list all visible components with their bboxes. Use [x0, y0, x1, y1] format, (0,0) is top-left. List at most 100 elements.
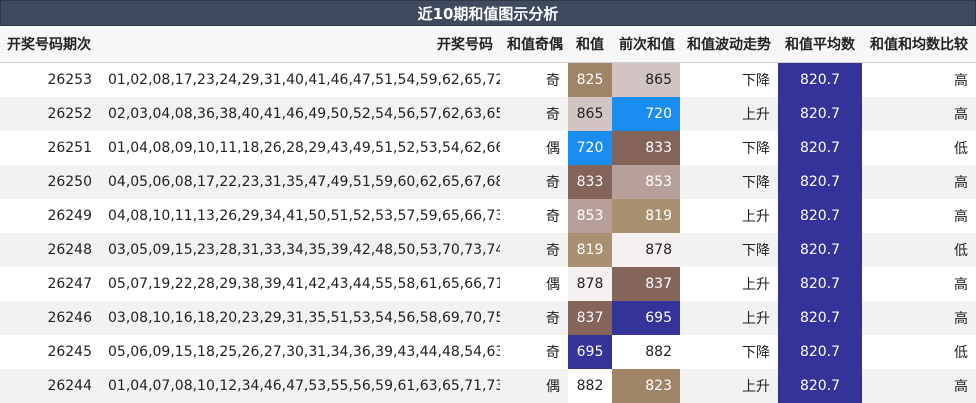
period-cell: 26245 [0, 335, 100, 369]
compare-cell: 高 [862, 267, 976, 301]
table-row: 26251 01,04,08,09,10,11,18,26,28,29,43,49… [0, 131, 976, 165]
sum-cell: 837 [568, 301, 612, 335]
numbers-cell: 01,04,08,09,10,11,18,26,28,29,43,49,51,5… [100, 131, 500, 165]
average-cell: 820.7 [778, 199, 862, 233]
sum-cell: 865 [568, 97, 612, 131]
numbers-cell: 01,02,08,17,23,24,29,31,40,41,46,47,51,5… [100, 62, 500, 97]
parity-cell: 奇 [500, 233, 568, 267]
period-cell: 26253 [0, 62, 100, 97]
prev-sum-cell: 695 [612, 301, 680, 335]
numbers-cell: 03,08,10,16,18,20,23,29,31,35,51,53,54,5… [100, 301, 500, 335]
trend-cell: 上升 [680, 199, 778, 233]
sum-cell: 833 [568, 165, 612, 199]
average-cell: 820.7 [778, 233, 862, 267]
compare-cell: 高 [862, 97, 976, 131]
trend-cell: 上升 [680, 97, 778, 131]
trend-cell: 上升 [680, 369, 778, 403]
table-row: 26249 04,08,10,11,13,26,29,34,41,50,51,52… [0, 199, 976, 233]
sum-cell: 882 [568, 369, 612, 403]
period-cell: 26246 [0, 301, 100, 335]
header-period: 开奖号码期次 [0, 26, 100, 63]
parity-cell: 偶 [500, 369, 568, 403]
compare-cell: 高 [862, 62, 976, 97]
trend-cell: 下降 [680, 233, 778, 267]
numbers-cell: 03,05,09,15,23,28,31,33,34,35,39,42,48,5… [100, 233, 500, 267]
trend-cell: 下降 [680, 131, 778, 165]
prev-sum-cell: 878 [612, 233, 680, 267]
header-parity: 和值奇偶 [500, 26, 568, 63]
compare-cell: 高 [862, 199, 976, 233]
sum-cell: 695 [568, 335, 612, 369]
compare-cell: 高 [862, 301, 976, 335]
period-cell: 26249 [0, 199, 100, 233]
table-row: 26245 05,06,09,15,18,25,26,27,30,31,34,36… [0, 335, 976, 369]
average-cell: 820.7 [778, 267, 862, 301]
average-cell: 820.7 [778, 165, 862, 199]
parity-cell: 奇 [500, 199, 568, 233]
numbers-cell: 05,07,19,22,28,29,38,39,41,42,43,44,55,5… [100, 267, 500, 301]
average-cell: 820.7 [778, 301, 862, 335]
parity-cell: 奇 [500, 97, 568, 131]
table-row: 26246 03,08,10,16,18,20,23,29,31,35,51,53… [0, 301, 976, 335]
header-trend: 和值波动走势 [680, 26, 778, 63]
period-cell: 26250 [0, 165, 100, 199]
header-prev-sum: 前次和值 [612, 26, 680, 63]
table-row: 26250 04,05,06,08,17,22,23,31,35,47,49,51… [0, 165, 976, 199]
sum-cell: 878 [568, 267, 612, 301]
sum-cell: 720 [568, 131, 612, 165]
parity-cell: 奇 [500, 301, 568, 335]
period-cell: 26248 [0, 233, 100, 267]
numbers-cell: 04,08,10,11,13,26,29,34,41,50,51,52,53,5… [100, 199, 500, 233]
table-row: 26253 01,02,08,17,23,24,29,31,40,41,46,47… [0, 62, 976, 97]
parity-cell: 偶 [500, 131, 568, 165]
trend-cell: 下降 [680, 335, 778, 369]
prev-sum-cell: 837 [612, 267, 680, 301]
prev-sum-cell: 833 [612, 131, 680, 165]
prev-sum-cell: 823 [612, 369, 680, 403]
table-row: 26247 05,07,19,22,28,29,38,39,41,42,43,44… [0, 267, 976, 301]
trend-cell: 上升 [680, 267, 778, 301]
prev-sum-cell: 720 [612, 97, 680, 131]
header-row: 开奖号码期次 开奖号码 和值奇偶 和值 前次和值 和值波动走势 和值平均数 和值… [0, 26, 976, 63]
numbers-cell: 05,06,09,15,18,25,26,27,30,31,34,36,39,4… [100, 335, 500, 369]
period-cell: 26247 [0, 267, 100, 301]
prev-sum-cell: 882 [612, 335, 680, 369]
prev-sum-cell: 865 [612, 62, 680, 97]
header-sum: 和值 [568, 26, 612, 63]
parity-cell: 奇 [500, 165, 568, 199]
table-title: 近10期和值图示分析 [0, 0, 976, 26]
average-cell: 820.7 [778, 131, 862, 165]
period-cell: 26251 [0, 131, 100, 165]
sum-cell: 825 [568, 62, 612, 97]
average-cell: 820.7 [778, 335, 862, 369]
compare-cell: 低 [862, 233, 976, 267]
period-cell: 26244 [0, 369, 100, 403]
parity-cell: 奇 [500, 335, 568, 369]
numbers-cell: 02,03,04,08,36,38,40,41,46,49,50,52,54,5… [100, 97, 500, 131]
sum-analysis-table: 开奖号码期次 开奖号码 和值奇偶 和值 前次和值 和值波动走势 和值平均数 和值… [0, 26, 976, 403]
sum-cell: 853 [568, 199, 612, 233]
trend-cell: 上升 [680, 301, 778, 335]
period-cell: 26252 [0, 97, 100, 131]
sum-cell: 819 [568, 233, 612, 267]
numbers-cell: 04,05,06,08,17,22,23,31,35,47,49,51,59,6… [100, 165, 500, 199]
compare-cell: 高 [862, 165, 976, 199]
parity-cell: 偶 [500, 267, 568, 301]
trend-cell: 下降 [680, 165, 778, 199]
compare-cell: 低 [862, 335, 976, 369]
compare-cell: 高 [862, 369, 976, 403]
table-row: 26248 03,05,09,15,23,28,31,33,34,35,39,42… [0, 233, 976, 267]
average-cell: 820.7 [778, 62, 862, 97]
prev-sum-cell: 819 [612, 199, 680, 233]
numbers-cell: 01,04,07,08,10,12,34,46,47,53,55,56,59,6… [100, 369, 500, 403]
compare-cell: 低 [862, 131, 976, 165]
prev-sum-cell: 853 [612, 165, 680, 199]
header-numbers: 开奖号码 [100, 26, 500, 63]
header-average: 和值平均数 [778, 26, 862, 63]
average-cell: 820.7 [778, 97, 862, 131]
average-cell: 820.7 [778, 369, 862, 403]
header-compare: 和值和均数比较 [862, 26, 976, 63]
table-row: 26244 01,04,07,08,10,12,34,46,47,53,55,56… [0, 369, 976, 403]
trend-cell: 下降 [680, 62, 778, 97]
table-row: 26252 02,03,04,08,36,38,40,41,46,49,50,52… [0, 97, 976, 131]
